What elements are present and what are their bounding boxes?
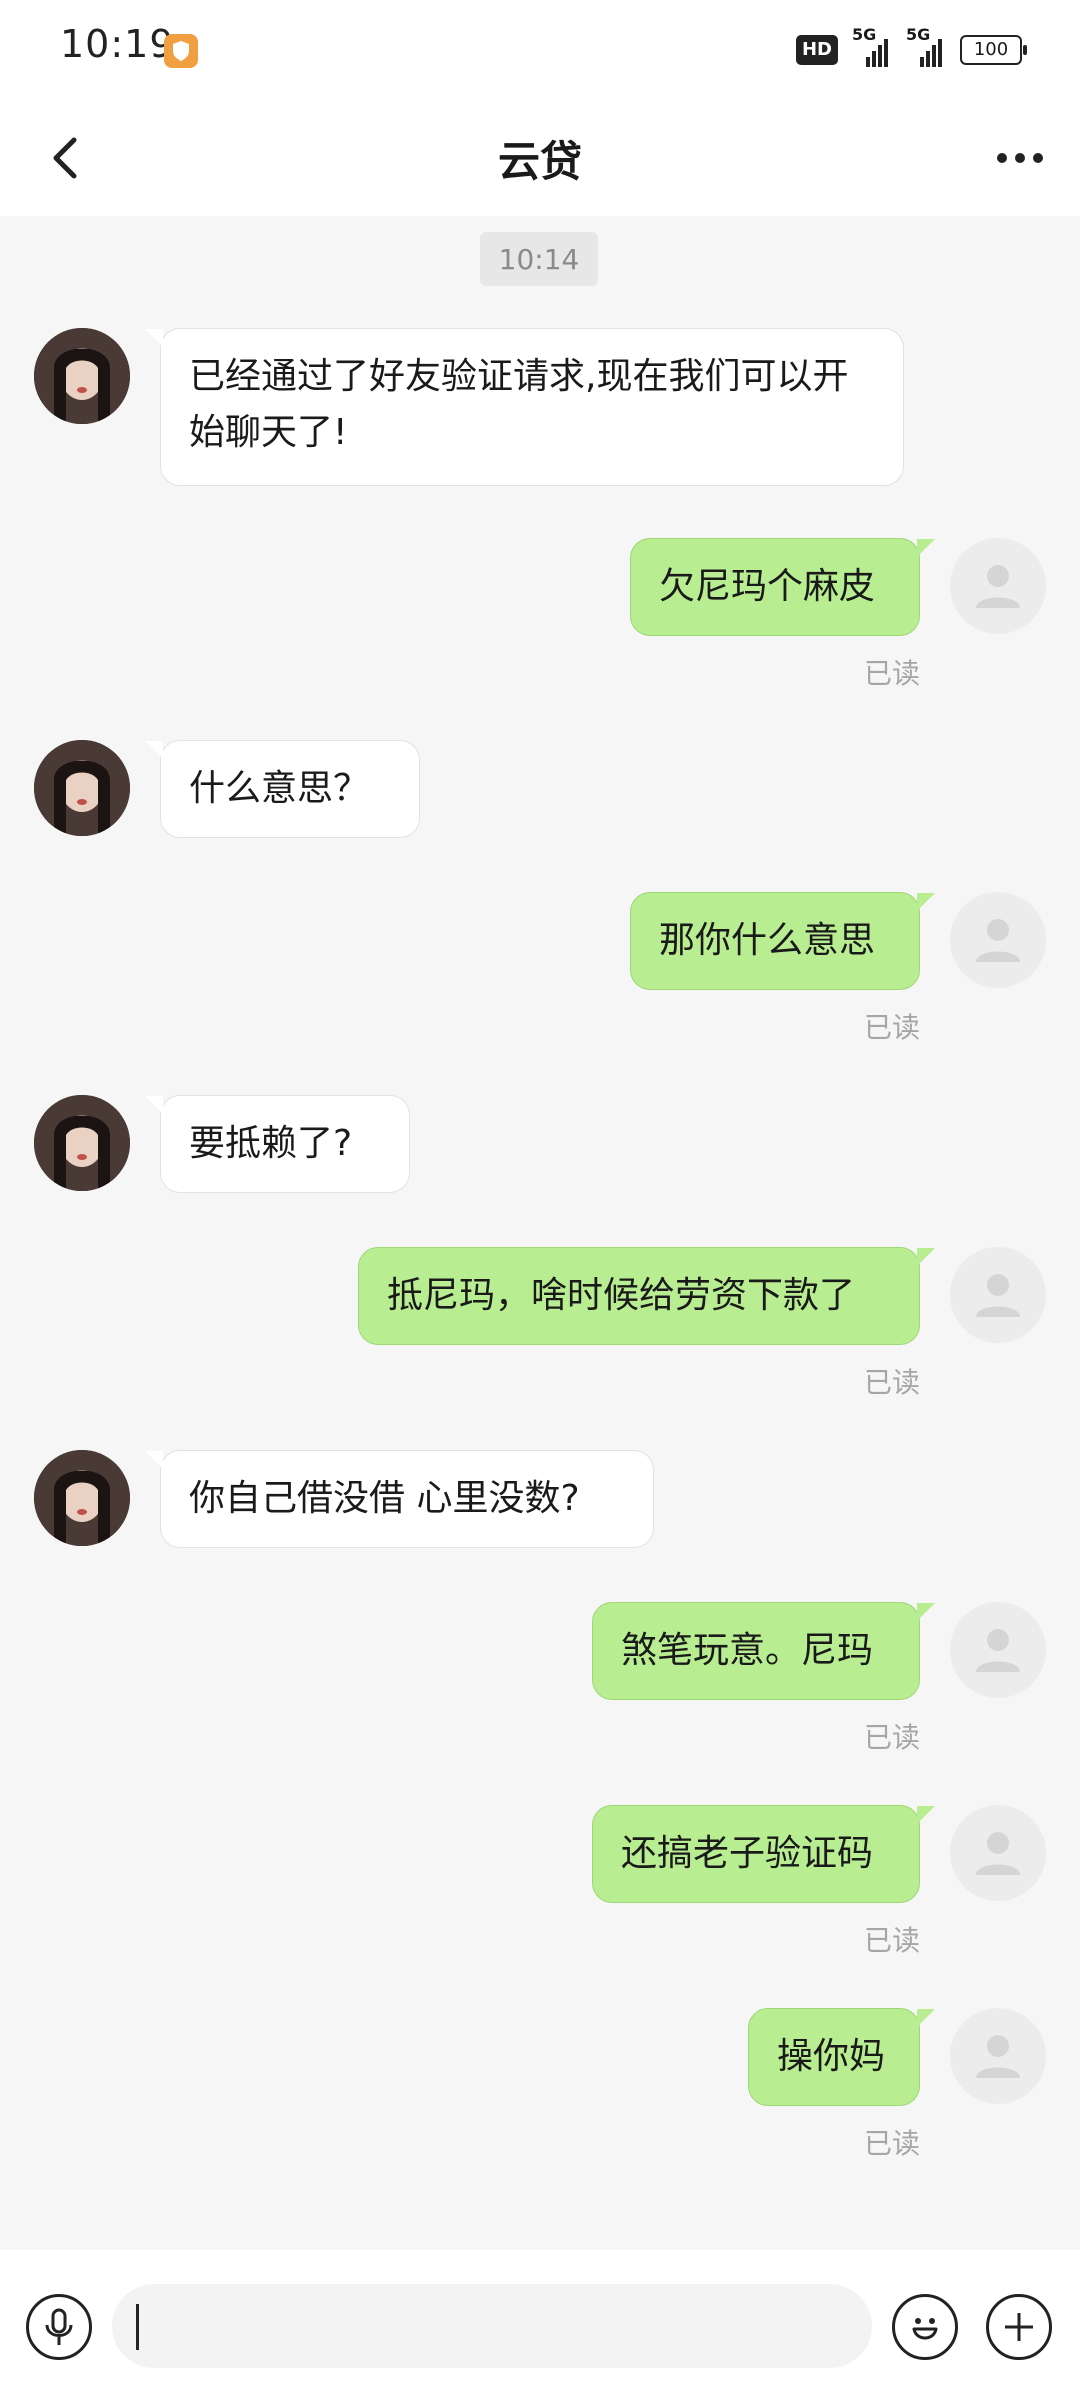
contact-avatar[interactable]	[34, 1450, 130, 1546]
message-bubble-outgoing[interactable]: 还搞老子验证码	[592, 1805, 935, 1903]
microphone-icon	[45, 2308, 73, 2345]
user-avatar[interactable]	[950, 1247, 1046, 1343]
voice-button[interactable]	[26, 2294, 92, 2360]
message-bubble-incoming[interactable]: 你自己借没借 心里没数?	[145, 1450, 654, 1548]
add-button[interactable]	[986, 2294, 1052, 2360]
message-bubble-outgoing[interactable]: 煞笔玩意。尼玛	[592, 1602, 935, 1700]
signal-icon: 5G	[906, 25, 946, 67]
plus-icon	[1005, 2313, 1033, 2341]
message-bubble-outgoing[interactable]: 抵尼玛，啥时候给劳资下款了	[358, 1247, 935, 1345]
user-placeholder-icon	[976, 1274, 1020, 1317]
chat-title: 云贷	[497, 137, 582, 186]
user-placeholder-icon	[976, 1629, 1020, 1672]
user-avatar[interactable]	[950, 892, 1046, 988]
user-placeholder-icon	[976, 919, 1020, 962]
user-avatar[interactable]	[950, 2008, 1046, 2104]
message-bubble-outgoing[interactable]: 操你妈	[748, 2008, 935, 2106]
user-placeholder-icon	[976, 1832, 1020, 1875]
user-placeholder-icon	[976, 565, 1020, 608]
chat-header: 云贷	[0, 100, 1080, 216]
status-indicators: HD 5G 5G 100	[795, 25, 1027, 74]
hd-badge: HD	[795, 35, 838, 65]
message-input[interactable]	[112, 2284, 872, 2368]
message-bubble-incoming[interactable]: 已经通过了好友验证请求,现在我们可以开始聊天了!	[145, 328, 904, 486]
message-bubble-incoming[interactable]: 什么意思？	[145, 740, 420, 838]
user-avatar[interactable]	[950, 538, 1046, 634]
read-status: 已读	[863, 1721, 920, 1754]
read-status: 已读	[863, 1924, 920, 1957]
more-dot	[1033, 153, 1043, 163]
message-bubble-incoming[interactable]: 要抵赖了?	[145, 1095, 410, 1193]
status-time: 10:19	[60, 22, 175, 66]
user-placeholder-icon	[976, 2035, 1020, 2078]
contact-avatar[interactable]	[34, 328, 130, 424]
contact-avatar[interactable]	[34, 1095, 130, 1191]
read-status: 已读	[863, 657, 920, 690]
user-avatar[interactable]	[950, 1602, 1046, 1698]
emoji-icon	[912, 2318, 938, 2340]
text-cursor	[136, 2304, 139, 2350]
more-button[interactable]	[980, 122, 1060, 194]
read-status: 已读	[863, 1366, 920, 1399]
message-bubble-outgoing[interactable]: 那你什么意思	[630, 892, 935, 990]
message-timestamp: 10:14	[480, 232, 598, 286]
user-avatar[interactable]	[950, 1805, 1046, 1901]
more-dot	[997, 153, 1007, 163]
signal-icon: 5G	[852, 25, 892, 67]
message-input-bar	[0, 2250, 1080, 2400]
read-status: 已读	[863, 2127, 920, 2160]
emoji-button[interactable]	[892, 2294, 958, 2360]
more-dot	[1015, 153, 1025, 163]
status-bar: 10:19 HD 5G 5G 100	[0, 0, 1080, 100]
message-bubble-outgoing[interactable]: 欠尼玛个麻皮	[630, 538, 935, 636]
battery-icon: 100	[960, 35, 1027, 65]
shield-notification-icon	[164, 34, 198, 68]
contact-avatar[interactable]	[34, 740, 130, 836]
read-status: 已读	[863, 1011, 920, 1044]
